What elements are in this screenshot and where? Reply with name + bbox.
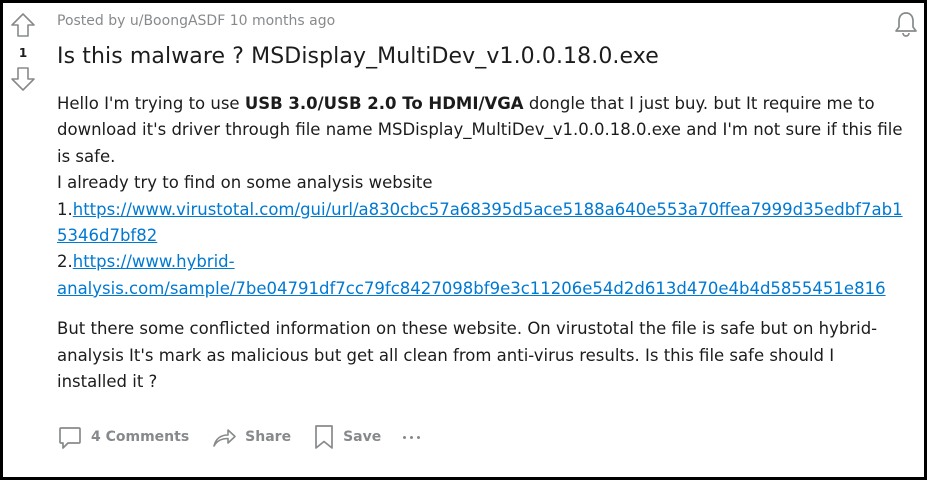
upvote-icon — [11, 13, 35, 37]
body-paragraph: I already try to find on some analysis w… — [57, 173, 433, 193]
more-options-button[interactable] — [403, 421, 424, 453]
save-icon — [315, 425, 333, 449]
post-card: 1 Posted by u/BoongASDF 10 months ago Is… — [0, 0, 927, 480]
link-line: 2.https://www.hybrid-analysis.com/sample… — [57, 249, 907, 302]
post-actions: 4 Comments Share Save — [57, 421, 424, 453]
comments-button[interactable]: 4 Comments — [57, 421, 189, 453]
virustotal-link[interactable]: https://www.virustotal.com/gui/url/a830c… — [57, 200, 903, 245]
post-meta: Posted by u/BoongASDF 10 months ago — [57, 13, 336, 29]
share-icon — [213, 429, 236, 447]
save-label: Save — [343, 429, 382, 445]
share-button[interactable]: Share — [211, 421, 291, 453]
vote-column: 1 — [9, 11, 37, 93]
share-label: Share — [245, 429, 292, 445]
notification-button[interactable] — [892, 10, 920, 38]
comment-icon — [59, 427, 81, 449]
comments-label: 4 Comments — [91, 429, 190, 445]
save-button[interactable]: Save — [313, 421, 381, 453]
downvote-icon — [11, 67, 35, 91]
vote-score: 1 — [18, 46, 28, 60]
more-icon — [403, 435, 424, 439]
hybrid-analysis-link[interactable]: https://www.hybrid-analysis.com/sample/7… — [57, 252, 886, 297]
body-bold-text: USB 3.0/USB 2.0 To HDMI/VGA — [244, 94, 524, 113]
link-line: 1.https://www.virustotal.com/gui/url/a83… — [57, 197, 907, 250]
upvote-button[interactable] — [9, 11, 37, 39]
downvote-button[interactable] — [9, 65, 37, 93]
post-title[interactable]: Is this malware ? MSDisplay_MultiDev_v1.… — [57, 41, 897, 73]
link-prefix: 1. — [57, 199, 73, 219]
body-text: Hello I'm trying to use — [57, 94, 245, 113]
post-body: Hello I'm trying to use USB 3.0/USB 2.0 … — [57, 91, 907, 395]
bell-icon — [895, 12, 917, 37]
link-prefix: 2. — [57, 252, 73, 272]
body-paragraph: Hello I'm trying to use USB 3.0/USB 2.0 … — [57, 91, 907, 170]
body-paragraph: But there some conflicted information on… — [57, 319, 878, 392]
